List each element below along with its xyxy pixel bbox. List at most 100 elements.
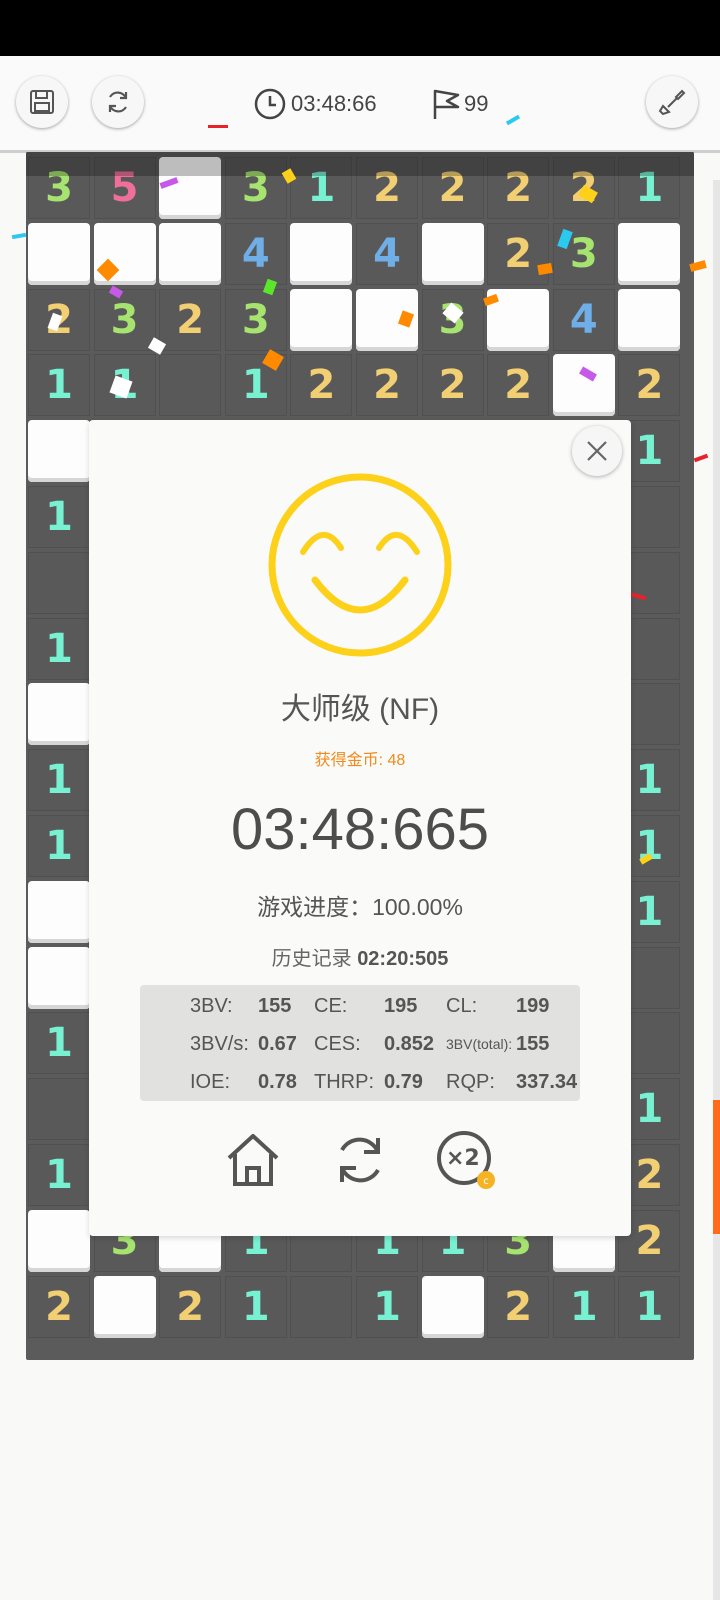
unopened-cell[interactable]	[290, 222, 353, 285]
close-dialog-button[interactable]	[572, 426, 622, 476]
number-cell[interactable]: 3	[224, 288, 287, 351]
flag-counter: 99	[430, 86, 488, 122]
unopened-cell[interactable]	[28, 946, 90, 1009]
unopened-cell[interactable]	[28, 1209, 90, 1272]
number-cell[interactable]: 2	[487, 1275, 550, 1338]
stat-label: CL:	[446, 994, 478, 1017]
refresh-icon	[340, 1137, 380, 1183]
board-top-shade	[26, 152, 694, 176]
game-progress: 游戏进度：100.00%	[257, 894, 463, 920]
number-cell[interactable]: 1	[28, 749, 90, 812]
confetti-piece	[693, 453, 709, 463]
stat-label: THRP:	[314, 1070, 374, 1093]
number-cell[interactable]: 4	[356, 222, 418, 285]
game-timer: 03:48:66	[253, 86, 377, 122]
scroll-track	[713, 180, 720, 1600]
number-cell[interactable]: 1	[224, 1275, 287, 1338]
scrollbar-thumb[interactable]	[713, 1100, 720, 1234]
unopened-cell[interactable]	[552, 354, 615, 417]
stat-label: IOE:	[190, 1070, 231, 1093]
number-cell[interactable]: 1	[28, 617, 90, 680]
restart-button[interactable]	[92, 76, 144, 128]
save-icon	[30, 90, 54, 114]
status-bar	[0, 0, 720, 56]
unopened-cell[interactable]	[28, 222, 90, 285]
unopened-cell[interactable]	[28, 420, 90, 483]
stat-value: 0.852	[384, 1032, 435, 1055]
number-cell[interactable]: 1	[28, 354, 90, 417]
stat-value: 0.78	[258, 1070, 297, 1093]
number-cell[interactable]: 1	[28, 815, 90, 877]
record-value: 02:20:505	[357, 948, 449, 970]
number-cell[interactable]: 2	[28, 1275, 90, 1338]
number-cell[interactable]: 2	[487, 354, 550, 417]
number-cell[interactable]: 2	[356, 354, 418, 417]
unopened-cell[interactable]	[421, 222, 484, 285]
stat-value: 155	[258, 994, 292, 1017]
number-cell[interactable]: 1	[618, 1275, 681, 1338]
empty-cell[interactable]	[159, 354, 222, 417]
unopened-cell[interactable]	[28, 880, 90, 943]
top-toolbar: 03:48:66 99	[0, 56, 720, 153]
empty-cell[interactable]	[28, 551, 90, 614]
number-cell[interactable]: 4	[224, 222, 287, 285]
stat-label: CES:	[314, 1032, 361, 1055]
dig-tool-button[interactable]	[646, 76, 698, 128]
stat-value: 337.34	[516, 1070, 578, 1093]
unopened-cell[interactable]	[93, 1275, 156, 1338]
stat-value: 0.67	[258, 1032, 297, 1055]
home-icon	[227, 1134, 279, 1186]
stats-panel: 3BV: 155 CE: 195 CL: 199 3BV/s: 0.67 CES…	[140, 985, 580, 1101]
unopened-cell[interactable]	[618, 222, 681, 285]
confetti-piece	[11, 232, 27, 240]
replay-button[interactable]	[328, 1128, 392, 1192]
stat-label: 3BV(total):	[446, 1036, 513, 1052]
number-cell[interactable]: 1	[28, 486, 90, 548]
number-cell[interactable]: 4	[552, 288, 615, 351]
final-time: 03:48:665	[230, 797, 490, 862]
best-record: 历史记录 02:20:505	[89, 942, 631, 971]
svg-text:c: c	[483, 1176, 489, 1187]
timer-value: 03:48:66	[291, 91, 377, 116]
flag-count: 99	[464, 91, 489, 116]
number-cell[interactable]: 2	[421, 354, 484, 417]
flag-icon	[433, 89, 460, 119]
stat-label: 3BV:	[190, 994, 233, 1017]
stat-value: 199	[516, 994, 550, 1017]
unopened-cell[interactable]	[159, 222, 222, 285]
stat-value: 0.79	[384, 1070, 423, 1093]
record-label: 历史记录	[271, 948, 352, 970]
unopened-cell[interactable]	[28, 683, 90, 746]
stat-label: 3BV/s:	[190, 1032, 249, 1055]
refresh-icon	[108, 91, 128, 113]
shovel-icon	[658, 89, 686, 116]
number-cell[interactable]: 2	[290, 354, 353, 417]
number-cell[interactable]: 2	[159, 288, 222, 351]
empty-cell[interactable]	[28, 1078, 90, 1141]
number-cell[interactable]: 2	[618, 354, 681, 417]
number-cell[interactable]: 1	[28, 1012, 90, 1075]
stat-value: 155	[516, 1032, 550, 1055]
double-label: ×2	[446, 1146, 480, 1171]
save-button[interactable]	[16, 76, 68, 128]
number-cell[interactable]: 1	[28, 1144, 90, 1206]
home-button[interactable]	[221, 1128, 285, 1192]
empty-cell[interactable]	[290, 1275, 353, 1338]
stat-label: CE:	[314, 994, 348, 1017]
number-cell[interactable]: 1	[356, 1275, 418, 1338]
number-cell[interactable]: 3	[93, 288, 156, 351]
number-cell[interactable]: 1	[552, 1275, 615, 1338]
stat-value: 195	[384, 994, 418, 1017]
difficulty-level: 大师级 (NF)	[280, 693, 440, 726]
close-icon	[587, 441, 607, 461]
unopened-cell[interactable]	[290, 288, 353, 351]
unopened-cell[interactable]	[421, 1275, 484, 1338]
coins-earned: 获得金币: 48	[314, 752, 406, 769]
unopened-cell[interactable]	[618, 288, 681, 351]
number-cell[interactable]: 2	[159, 1275, 222, 1338]
confetti-piece	[208, 125, 228, 128]
clock-icon	[254, 88, 286, 120]
double-coins-button[interactable]: c ×2	[434, 1128, 498, 1192]
stat-label: RQP:	[446, 1070, 495, 1093]
number-cell[interactable]: 2	[487, 222, 550, 285]
